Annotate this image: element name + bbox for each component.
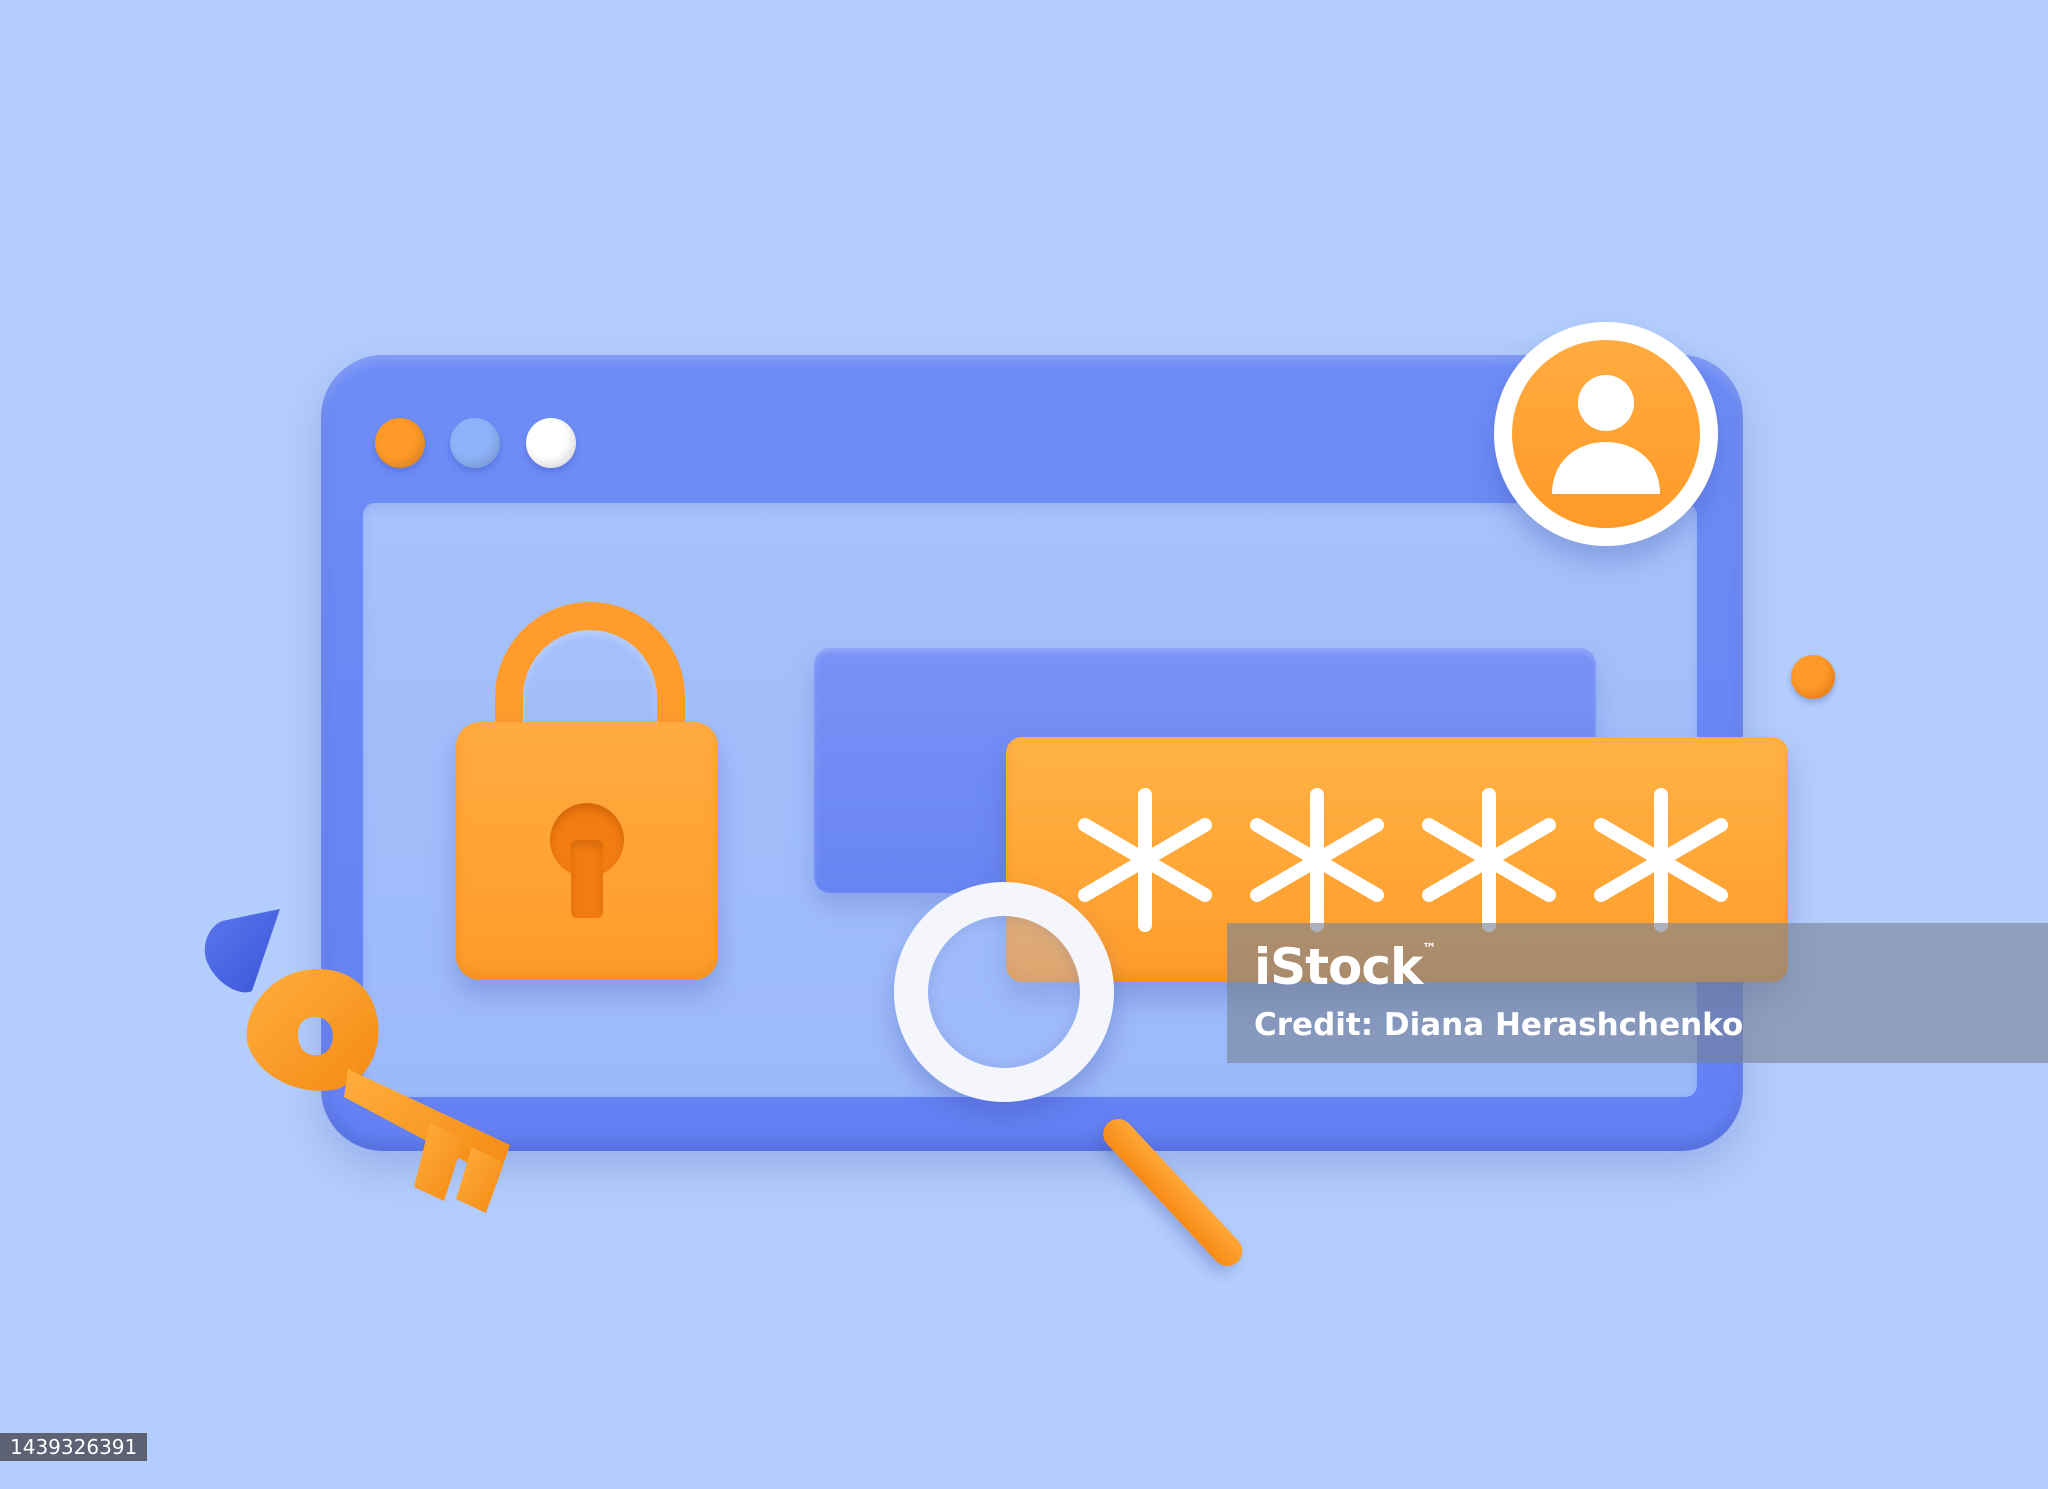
window-control-dot-white bbox=[526, 418, 576, 468]
illustration-scene: iStock™ Credit: Diana Herashchenko 14393… bbox=[0, 0, 2048, 1489]
decorative-ball bbox=[1791, 655, 1835, 699]
asterisk-icon bbox=[1594, 788, 1728, 932]
istock-logo: iStock™ bbox=[1254, 938, 1436, 996]
key-icon bbox=[246, 969, 510, 1213]
asterisk-icon bbox=[1422, 788, 1556, 932]
user-icon bbox=[1552, 375, 1660, 494]
asterisk-icon bbox=[1078, 788, 1212, 932]
window-control-dot-blue bbox=[450, 418, 500, 468]
image-id: 1439326391 bbox=[0, 1433, 148, 1461]
asterisk-icon bbox=[1250, 788, 1384, 932]
keyhole-stem bbox=[571, 840, 603, 918]
photo-credit: Credit: Diana Herashchenko bbox=[1254, 1007, 1744, 1043]
magnifying-glass-icon bbox=[894, 882, 1114, 1102]
window-control-dot-orange bbox=[375, 418, 425, 468]
